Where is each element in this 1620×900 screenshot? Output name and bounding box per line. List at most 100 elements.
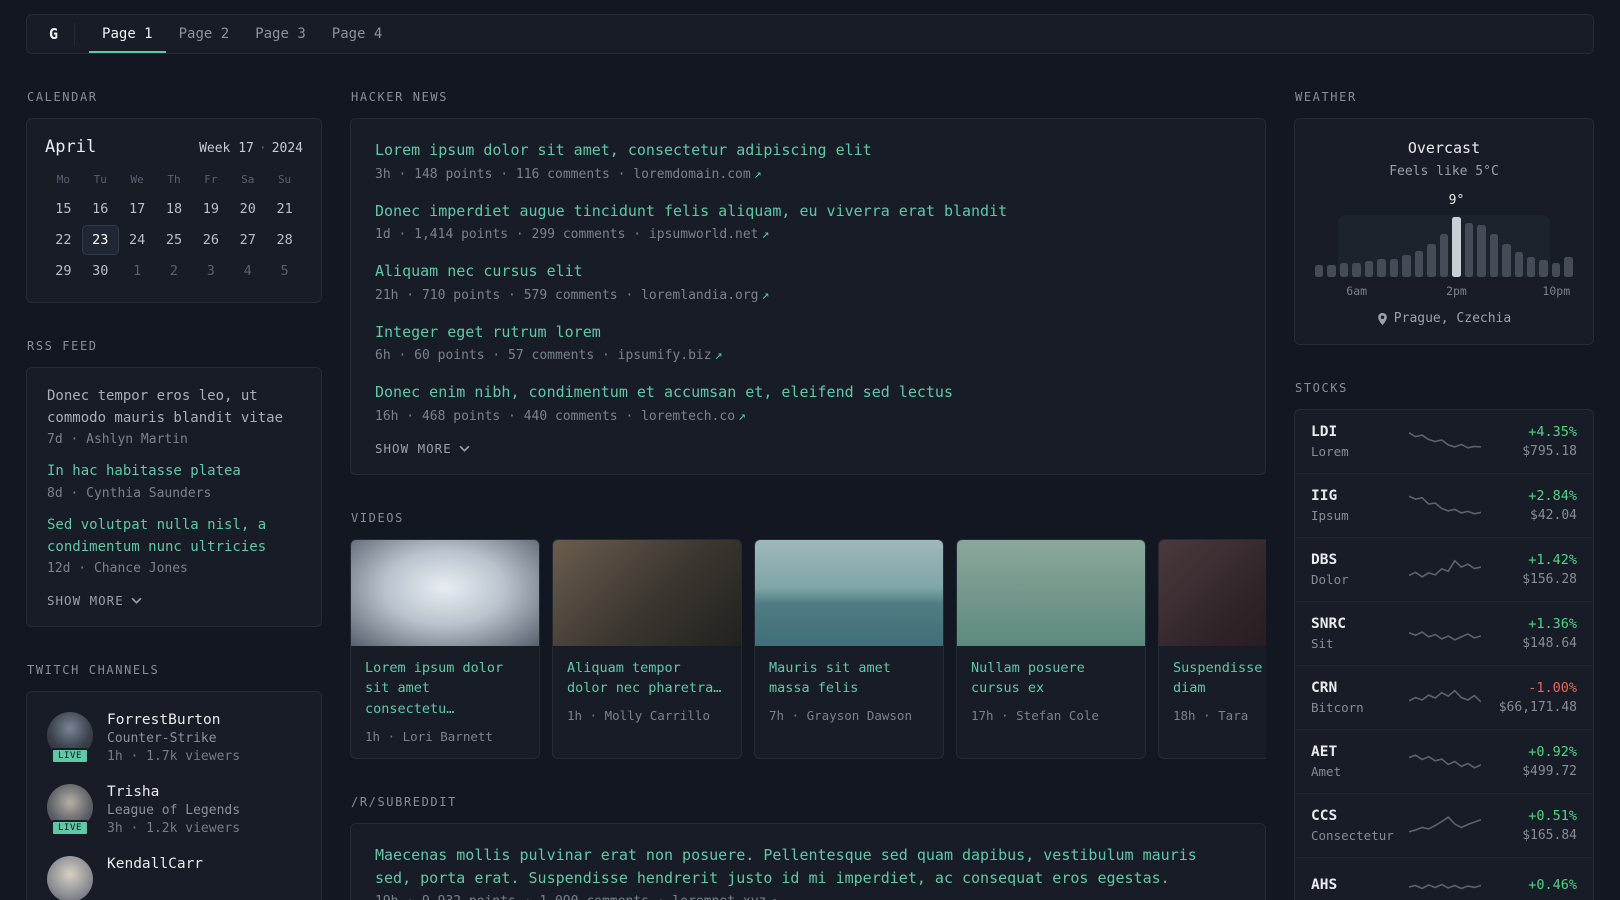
videos-row: Lorem ipsum dolor sit amet consectetu… 1… <box>350 538 1266 760</box>
weather-bar <box>1339 262 1349 277</box>
calendar-day: 16 <box>92 201 109 217</box>
top-navigation: G Page 1 Page 2 Page 3 Page 4 <box>26 14 1594 54</box>
video-title: Nullam posuere cursus ex <box>971 659 1085 697</box>
rss-show-more-button[interactable]: SHOW MORE <box>47 593 142 608</box>
hackernews-list: Lorem ipsum dolor sit amet, consectetur … <box>375 139 1241 424</box>
calendar-day: 15 <box>55 201 72 217</box>
stock-price: $148.64 <box>1522 636 1577 651</box>
calendar-day: 28 <box>276 232 293 248</box>
news-domain-link[interactable]: loremdomain.com ↗ <box>633 167 761 182</box>
video-thumbnail <box>957 539 1145 646</box>
calendar-day: 20 <box>239 201 256 217</box>
weather-current-temp: 9° <box>1448 193 1465 208</box>
stock-name: Sit <box>1311 636 1334 651</box>
page-tab[interactable]: Page 4 <box>319 15 396 53</box>
nav-divider <box>74 23 76 45</box>
avatar-wrap <box>47 856 93 900</box>
stock-row[interactable]: IIG Ipsum +2.84% $42.04 <box>1295 473 1593 537</box>
page-tab[interactable]: Page 1 <box>89 15 166 53</box>
calendar-header: April Week 17 · 2024 <box>45 137 303 157</box>
calendar-day: 27 <box>239 232 256 248</box>
dashboard-columns: CALENDAR April Week 17 · 2024 Mo Tu We Th … <box>26 90 1594 900</box>
calendar-day: 22 <box>55 232 72 248</box>
day-of-week-label: Su <box>277 173 292 186</box>
video-meta: 18h · Tara <box>1173 708 1249 724</box>
news-title-link[interactable]: Aliquam nec cursus elit <box>375 260 1241 283</box>
news-title-link[interactable]: Integer eget rutrum lorem <box>375 321 1241 344</box>
page-tab[interactable]: Page 3 <box>242 15 319 53</box>
stock-row[interactable]: DBS Dolor +1.42% $156.28 <box>1295 537 1593 601</box>
video-card[interactable]: Suspendisse aliquam diam 18h · Tara <box>1158 538 1266 760</box>
stock-row[interactable]: CCS Consectetur +0.51% $165.84 <box>1295 793 1593 857</box>
feed-title-link[interactable]: Donec tempor eros leo, ut commodo mauris… <box>47 386 301 429</box>
video-card[interactable]: Nullam posuere cursus ex 17h · Stefan Co… <box>956 538 1146 760</box>
calendar-day: 23 <box>81 225 119 255</box>
stock-id: LDI Lorem <box>1311 424 1403 459</box>
calendar-day: 30 <box>92 263 109 279</box>
news-title-link[interactable]: Donec imperdiet augue tincidunt felis al… <box>375 200 1241 223</box>
weather-bar <box>1464 223 1474 277</box>
stock-price: $795.18 <box>1522 444 1577 459</box>
calendar-day: 25 <box>165 232 183 248</box>
weather-bar <box>1439 233 1449 277</box>
stock-change: -1.00% <box>1528 680 1577 696</box>
news-item: Integer eget rutrum lorem 6h · 60 points… <box>375 321 1241 364</box>
stock-row[interactable]: CRN Bitcorn -1.00% $66,171.48 <box>1295 665 1593 729</box>
stock-symbol: AHS <box>1311 877 1338 893</box>
external-link-icon: ↗ <box>738 408 746 424</box>
news-title-link[interactable]: Lorem ipsum dolor sit amet, consectetur … <box>375 139 1241 162</box>
news-domain-link[interactable]: ipsumify.biz ↗ <box>618 348 723 363</box>
video-card[interactable]: Aliquam tempor dolor nec pharetra… 1h · … <box>552 538 742 760</box>
weather-bar <box>1564 256 1573 277</box>
video-card[interactable]: Mauris sit amet massa felis 7h · Grayson… <box>754 538 944 760</box>
middle-column: HACKER NEWS Lorem ipsum dolor sit amet, … <box>350 90 1266 900</box>
video-thumbnail <box>1159 539 1266 646</box>
news-title-link[interactable]: Donec enim nibh, condimentum et accumsan… <box>375 381 1241 404</box>
stock-id: CRN Bitcorn <box>1311 680 1403 715</box>
feed-title-link[interactable]: In hac habitasse platea <box>47 461 301 483</box>
twitch-channel-list: LIVE ForrestBurton Counter-Strike 1h · 1… <box>47 712 301 900</box>
weather-time-label: 10pm <box>1542 284 1571 298</box>
live-badge: LIVE <box>50 820 90 837</box>
hackernews-show-more-button[interactable]: SHOW MORE <box>375 441 470 456</box>
twitch-channel-row[interactable]: LIVE ForrestBurton Counter-Strike 1h · 1… <box>47 712 301 765</box>
news-meta-text: 21h · 710 points · 579 comments · <box>375 287 634 303</box>
app-logo[interactable]: G <box>43 15 74 53</box>
weather-bar <box>1477 225 1486 277</box>
page-tab[interactable]: Page 2 <box>166 15 243 53</box>
news-title-link[interactable]: Maecenas mollis pulvinar erat non posuer… <box>375 844 1241 889</box>
video-card[interactable]: Lorem ipsum dolor sit amet consectetu… 1… <box>350 538 540 760</box>
section-title-rss: RSS FEED <box>27 339 98 353</box>
stock-values: +2.84% $42.04 <box>1487 488 1577 523</box>
stock-row[interactable]: LDI Lorem +4.35% $795.18 <box>1295 410 1593 473</box>
stock-values: +0.92% $499.72 <box>1487 744 1577 779</box>
stock-row[interactable]: AET Amet +0.92% $499.72 <box>1295 729 1593 793</box>
weather-bar <box>1502 244 1511 277</box>
page-tabs: Page 1 Page 2 Page 3 Page 4 <box>89 15 395 53</box>
external-link-icon: ↗ <box>753 166 762 182</box>
calendar-day: 3 <box>206 263 215 279</box>
feed-item: Sed volutpat nulla nisl, a condimentum n… <box>47 515 301 576</box>
weather-bar <box>1489 233 1499 277</box>
weather-bar <box>1514 251 1523 277</box>
feed-meta: 8d · Cynthia Saunders <box>47 486 212 502</box>
twitch-channel-row[interactable]: LIVE Trisha League of Legends 3h · 1.2k … <box>47 784 301 837</box>
feed-meta: 12d · Chance Jones <box>47 561 188 577</box>
news-domain-link[interactable]: ipsumworld.net ↗ <box>649 227 769 242</box>
feed-title-link[interactable]: Sed volutpat nulla nisl, a condimentum n… <box>47 515 301 558</box>
news-domain-link[interactable]: loremlandia.org ↗ <box>641 288 769 303</box>
weather-time-label: 6am <box>1346 284 1368 298</box>
news-domain-link[interactable]: loremnet.xyz↗ <box>672 894 777 900</box>
section-title-weather: WEATHER <box>1295 90 1357 104</box>
section-title-hackernews: HACKER NEWS <box>351 90 449 104</box>
news-domain-link[interactable]: loremtech.co ↗ <box>641 409 746 424</box>
twitch-channel-row[interactable]: KendallCarr <box>47 856 301 900</box>
right-column: WEATHER Overcast Feels like 5°C 9° 6am 2p… <box>1294 90 1594 900</box>
stock-id: AHS <box>1311 877 1403 897</box>
stock-price: $499.72 <box>1522 764 1577 779</box>
stock-row[interactable]: SNRC Sit +1.36% $148.64 <box>1295 601 1593 665</box>
stock-row[interactable]: AHS +0.46% <box>1295 857 1593 900</box>
news-meta-text: 16h · 468 points · 440 comments · <box>375 408 634 424</box>
video-body: Suspendisse aliquam diam 18h · Tara <box>1159 646 1266 738</box>
calendar-card: April Week 17 · 2024 Mo Tu We Th Fr Sa Su … <box>26 118 322 303</box>
